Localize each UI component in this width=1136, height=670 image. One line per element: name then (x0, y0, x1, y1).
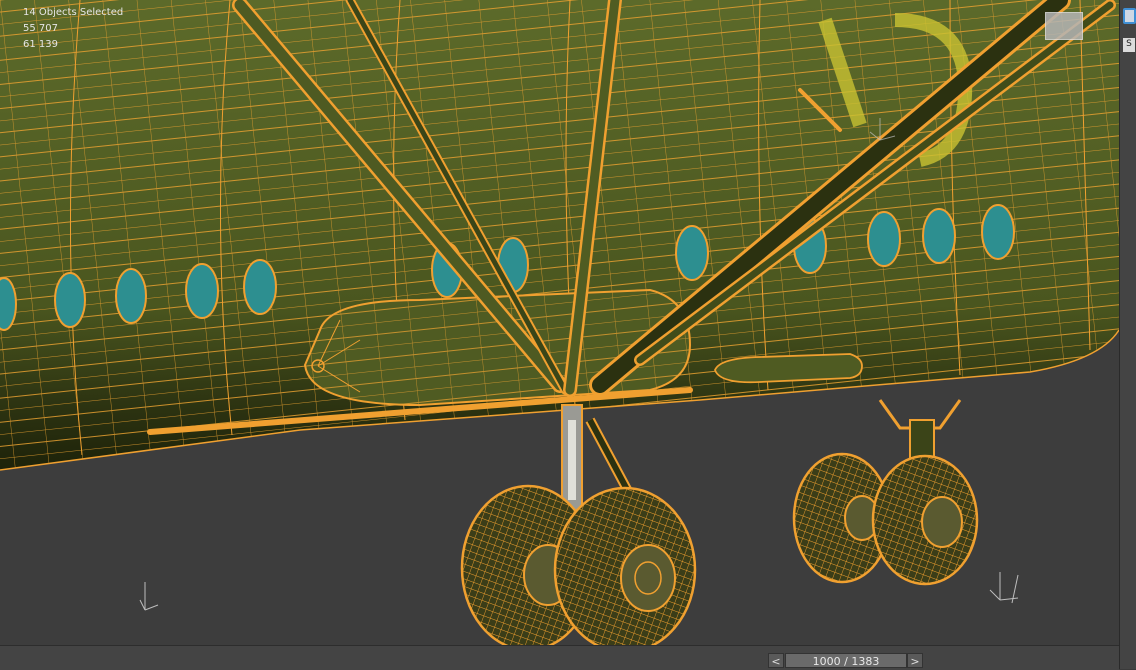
next-frame-button[interactable]: > (907, 653, 923, 668)
previous-frame-button[interactable]: < (768, 653, 784, 668)
viewcube-icon[interactable] (1045, 12, 1083, 40)
vertex-count: 61 139 (23, 39, 58, 50)
axis-gizmo-left (139, 582, 159, 611)
axis-gizmo-right (989, 572, 1019, 604)
panel-tab-button[interactable]: S (1123, 38, 1135, 52)
polygon-count: 55 707 (23, 23, 58, 34)
timeline-bar: < 1000 / 1383 > (0, 645, 1119, 670)
main-wheels[interactable] (460, 484, 697, 645)
panel-toggle-icon[interactable] (1123, 8, 1136, 24)
viewport-statistics: 14 Objects Selected 55 707 61 139 (23, 5, 123, 53)
right-side-panel: S (1119, 0, 1136, 669)
time-slider-thumb[interactable]: 1000 / 1383 (785, 653, 907, 668)
rear-gear[interactable] (792, 399, 979, 586)
scene-render[interactable] (0, 0, 1119, 645)
selection-count: 14 Objects Selected (23, 7, 124, 18)
perspective-viewport[interactable]: 14 Objects Selected 55 707 61 139 (0, 0, 1119, 645)
